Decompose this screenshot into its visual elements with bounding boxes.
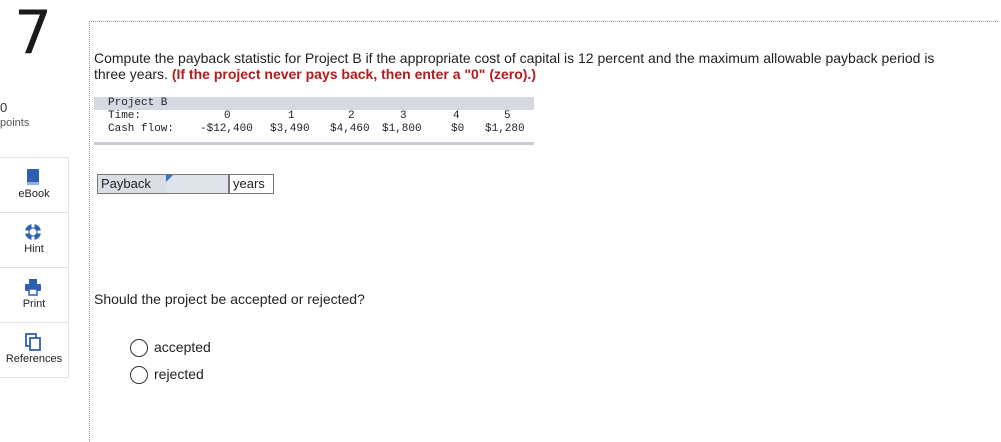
time-cell: 5 (504, 110, 511, 122)
tool-rail: eBook Hint Print References (0, 157, 69, 378)
cash-flow-cell: $0 (451, 123, 465, 135)
ebook-label: eBook (18, 188, 50, 200)
ebook-icon (27, 169, 39, 185)
hint-icon (24, 223, 42, 241)
rejected-label[interactable]: rejected (154, 366, 204, 383)
cash-flow-cell: -$12,400 (200, 123, 253, 135)
points-label: points (0, 117, 30, 129)
hint-button[interactable]: Hint (0, 213, 68, 268)
time-cell: 3 (400, 110, 407, 122)
print-label: Print (22, 298, 46, 310)
payback-label: Payback (97, 174, 170, 194)
cash-flow-table: Project B Time: Cash flow: 0 1 2 3 4 5 -… (94, 97, 534, 147)
project-label: Project B (108, 97, 168, 109)
cash-flow-cell: $1,280 (485, 123, 525, 135)
question-instruction: (If the project never pays back, then en… (171, 66, 536, 82)
time-label: Time: (108, 110, 142, 122)
references-icon (25, 333, 41, 351)
print-button[interactable]: Print (0, 268, 68, 323)
payback-input[interactable] (166, 174, 229, 194)
payback-unit: years (229, 174, 274, 194)
time-cell: 2 (348, 110, 355, 122)
time-cell: 0 (224, 110, 231, 122)
question-pane (89, 21, 998, 442)
cash-flow-cell: $1,800 (382, 123, 422, 135)
question-text: Compute the payback statistic for Projec… (94, 50, 954, 82)
cash-flow-label: Cash flow: (108, 123, 175, 135)
hint-label: Hint (24, 243, 44, 255)
cash-flow-cell: $4,460 (330, 123, 370, 135)
time-cell: 4 (453, 110, 460, 122)
rejected-radio[interactable] (130, 366, 148, 384)
references-label: References (5, 353, 63, 365)
points-value: 0 (0, 100, 8, 115)
accepted-radio[interactable] (130, 339, 148, 357)
cash-flow-cell: $3,490 (270, 123, 310, 135)
table-bottom-bar (94, 142, 534, 145)
references-button[interactable]: References (0, 323, 68, 377)
accepted-label[interactable]: accepted (154, 339, 211, 356)
time-cell: 1 (288, 110, 295, 122)
question-number: 7 (14, 0, 53, 68)
print-icon (25, 279, 41, 296)
ebook-button[interactable]: eBook (0, 158, 68, 213)
accept-question: Should the project be accepted or reject… (94, 291, 365, 307)
